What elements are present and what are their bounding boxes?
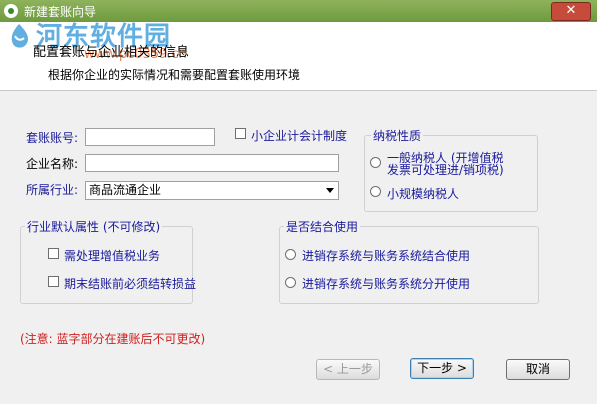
combine-group: 是否结合使用 <box>279 218 539 304</box>
note-text: (注意: 蓝字部分在建账后不可更改) <box>20 332 206 346</box>
page-subtitle: 根据你企业的实际情况和需要配置套账使用环境 <box>48 68 301 82</box>
small-business-checkbox[interactable] <box>235 128 246 139</box>
combine-group-title: 是否结合使用 <box>284 218 361 235</box>
industry-select[interactable]: 商品流通企业 <box>85 181 339 200</box>
small-taxpayer-label: 小规模纳税人 <box>387 187 460 201</box>
wizard-header: 河东软件园 www.pc0359.cn 配置套账与企业相关的信息 根据你企业的实… <box>0 22 597 91</box>
general-taxpayer-label-line2: 发票可处理进/销项税) <box>387 163 504 177</box>
industry-label: 所属行业: <box>26 183 79 197</box>
company-name-label: 企业名称: <box>26 157 79 171</box>
combined-radio[interactable] <box>285 249 296 260</box>
industry-select-value: 商品流通企业 <box>89 183 162 197</box>
small-taxpayer-radio[interactable] <box>370 186 381 197</box>
taxpayer-group-title: 纳税性质 <box>371 127 424 144</box>
combined-label: 进销存系统与账务系统结合使用 <box>302 249 471 263</box>
account-no-input[interactable] <box>85 128 215 146</box>
industry-default-group: 行业默认属性 (不可修改) <box>20 218 193 304</box>
company-name-input[interactable] <box>85 154 339 172</box>
watermark-logo-icon <box>11 24 29 48</box>
period-end-label: 期末结账前必须结转损益 <box>64 277 197 291</box>
separate-label: 进销存系统与账务系统分开使用 <box>302 277 471 291</box>
separate-radio[interactable] <box>285 277 296 288</box>
industry-default-group-title: 行业默认属性 (不可修改) <box>25 218 163 235</box>
general-taxpayer-radio[interactable] <box>370 157 381 168</box>
vat-label: 需处理增值税业务 <box>64 249 161 263</box>
next-button[interactable]: 下一步 > <box>410 358 474 379</box>
page-title: 配置套账与企业相关的信息 <box>33 45 190 60</box>
app-icon <box>4 4 18 18</box>
wizard-window: 新建套账向导 ✕ 河东软件园 www.pc0359.cn 配置套账与企业相关的信… <box>0 0 597 404</box>
account-no-label: 套账账号: <box>26 131 79 145</box>
period-end-checkbox <box>48 276 59 287</box>
prev-button[interactable]: < 上一步 <box>316 359 380 380</box>
small-business-label: 小企业计会计制度 <box>251 129 348 143</box>
close-button[interactable]: ✕ <box>551 2 591 21</box>
chevron-down-icon <box>326 188 334 193</box>
cancel-button[interactable]: 取消 <box>506 359 570 380</box>
vat-checkbox <box>48 248 59 259</box>
